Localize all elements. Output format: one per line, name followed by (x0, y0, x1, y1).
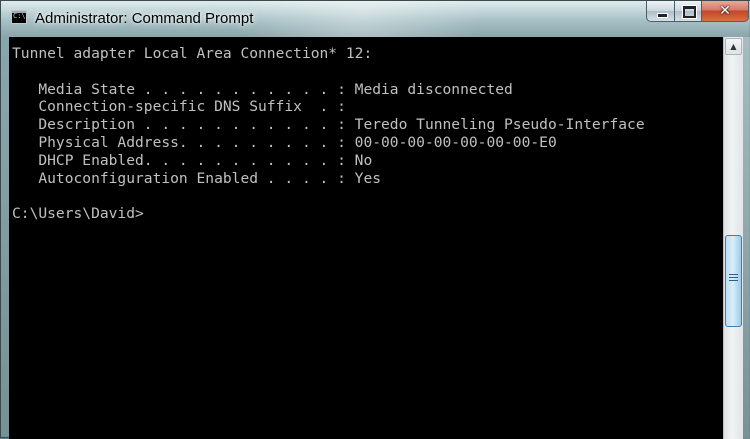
vertical-scrollbar[interactable]: ▲ (723, 37, 743, 439)
cmd-icon-bar (12, 11, 26, 13)
scrollbar-thumb[interactable] (725, 235, 742, 327)
console-line: Connection-specific DNS Suffix . : (12, 98, 346, 116)
cmd-icon[interactable]: C:\ (11, 10, 27, 24)
close-button[interactable]: ✕ (702, 1, 749, 22)
command-prompt-window: C:\ Administrator: Command Prompt ✕ Tunn… (0, 0, 750, 439)
window-title: Administrator: Command Prompt (35, 10, 254, 27)
maximize-icon (682, 5, 697, 19)
scroll-up-arrow-icon: ▲ (730, 42, 737, 51)
window-frame-right (743, 37, 750, 439)
console-line: Tunnel adapter Local Area Connection* 12… (12, 45, 373, 62)
console-line: Autoconfiguration Enabled . . . . : Yes (12, 169, 382, 187)
scrollbar-grip-icon (729, 274, 738, 283)
title-bar[interactable]: C:\ Administrator: Command Prompt ✕ (1, 1, 750, 37)
console-output[interactable]: Tunnel adapter Local Area Connection* 12… (9, 37, 723, 439)
window-controls: ✕ (646, 1, 749, 23)
console-text: Tunnel adapter Local Area Connection* 12… (9, 37, 723, 223)
console-line: Description . . . . . . . . . . . : Tere… (12, 116, 645, 134)
console-line: C:\Users\David> (12, 205, 144, 223)
cmd-icon-text: C:\ (13, 12, 26, 20)
scroll-up-button[interactable]: ▲ (725, 38, 742, 55)
console-line: Physical Address. . . . . . . . . : 00-0… (12, 133, 557, 151)
minimize-button[interactable] (646, 1, 675, 22)
console-line: DHCP Enabled. . . . . . . . . . . : No (12, 151, 373, 169)
maximize-button[interactable] (675, 1, 702, 22)
minimize-icon (657, 13, 668, 18)
close-icon: ✕ (719, 3, 731, 19)
console-line: Media State . . . . . . . . . . . : Medi… (12, 80, 513, 98)
